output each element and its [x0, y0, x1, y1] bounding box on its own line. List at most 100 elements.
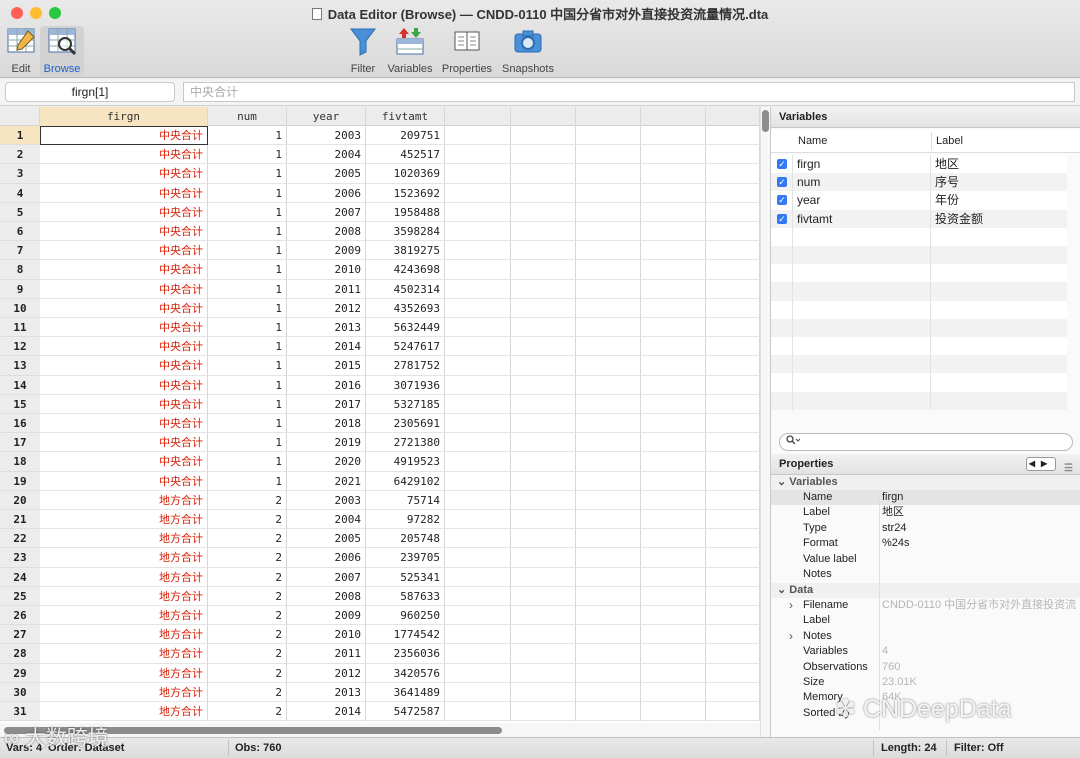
- cell-year[interactable]: 2010: [287, 625, 366, 645]
- property-row[interactable]: Name firgn: [771, 490, 1080, 506]
- cell-fivtamt[interactable]: 4502314: [366, 279, 445, 299]
- table-row[interactable]: 5 中央合计 1 2007 1958488: [0, 202, 760, 222]
- cell-num[interactable]: 2: [208, 702, 287, 722]
- row-number[interactable]: 28: [0, 644, 40, 664]
- table-row[interactable]: 23 地方合计 2 2006 239705: [0, 548, 760, 568]
- cell-num[interactable]: 1: [208, 356, 287, 376]
- row-number[interactable]: 12: [0, 337, 40, 357]
- variables-col-name[interactable]: Name: [798, 135, 827, 147]
- cell-fivtamt[interactable]: 525341: [366, 567, 445, 587]
- variable-row[interactable]: ✓ num 序号: [771, 173, 1067, 192]
- cell-num[interactable]: 1: [208, 433, 287, 453]
- cell-fivtamt[interactable]: 1774542: [366, 625, 445, 645]
- table-row[interactable]: 17 中央合计 1 2019 2721380: [0, 433, 760, 453]
- table-row[interactable]: 13 中央合计 1 2015 2781752: [0, 356, 760, 376]
- cell-fivtamt[interactable]: 97282: [366, 510, 445, 530]
- cell-year[interactable]: 2012: [287, 298, 366, 318]
- cell-firgn[interactable]: 中央合计: [40, 356, 208, 376]
- cell-num[interactable]: 2: [208, 548, 287, 568]
- cell-firgn[interactable]: 中央合计: [40, 452, 208, 472]
- cell-fivtamt[interactable]: 2721380: [366, 433, 445, 453]
- cell-num[interactable]: 1: [208, 414, 287, 434]
- cell-fivtamt[interactable]: 1523692: [366, 183, 445, 203]
- cell-num[interactable]: 2: [208, 625, 287, 645]
- cell-num[interactable]: 2: [208, 510, 287, 530]
- table-row[interactable]: 27 地方合计 2 2010 1774542: [0, 625, 760, 645]
- cell-num[interactable]: 1: [208, 241, 287, 261]
- cell-num[interactable]: 1: [208, 164, 287, 184]
- cell-firgn[interactable]: 地方合计: [40, 586, 208, 606]
- row-number[interactable]: 26: [0, 606, 40, 626]
- cell-fivtamt[interactable]: 3420576: [366, 663, 445, 683]
- snapshots-button[interactable]: Snapshots: [500, 26, 556, 75]
- cell-fivtamt[interactable]: 1958488: [366, 202, 445, 222]
- row-number[interactable]: 13: [0, 356, 40, 376]
- cell-fivtamt[interactable]: 3598284: [366, 222, 445, 242]
- table-row[interactable]: 3 中央合计 1 2005 1020369: [0, 164, 760, 184]
- property-row[interactable]: Type str24: [771, 521, 1080, 536]
- cell-year[interactable]: 2005: [287, 529, 366, 549]
- row-number[interactable]: 1: [0, 126, 40, 146]
- cell-num[interactable]: 2: [208, 644, 287, 664]
- cell-fivtamt[interactable]: 587633: [366, 586, 445, 606]
- table-row[interactable]: 16 中央合计 1 2018 2305691: [0, 414, 760, 434]
- cell-firgn[interactable]: 中央合计: [40, 164, 208, 184]
- cell-firgn[interactable]: 中央合计: [40, 337, 208, 357]
- cell-fivtamt[interactable]: 2781752: [366, 356, 445, 376]
- cell-firgn[interactable]: 中央合计: [40, 318, 208, 338]
- cell-num[interactable]: 1: [208, 394, 287, 414]
- table-row[interactable]: 7 中央合计 1 2009 3819275: [0, 241, 760, 261]
- cell-num[interactable]: 2: [208, 606, 287, 626]
- row-number[interactable]: 14: [0, 375, 40, 395]
- table-row[interactable]: 28 地方合计 2 2011 2356036: [0, 644, 760, 664]
- cell-firgn[interactable]: 中央合计: [40, 394, 208, 414]
- properties-button[interactable]: Properties: [439, 26, 495, 75]
- row-number[interactable]: 25: [0, 586, 40, 606]
- horizontal-scrollbar[interactable]: [0, 723, 760, 737]
- cell-firgn[interactable]: 中央合计: [40, 298, 208, 318]
- cell-fivtamt[interactable]: 75714: [366, 490, 445, 510]
- cell-firgn[interactable]: 中央合计: [40, 433, 208, 453]
- row-number[interactable]: 2: [0, 145, 40, 165]
- property-row[interactable]: › Filename CNDD-0110 中国分省市对外直接投资流: [771, 598, 1080, 613]
- table-row[interactable]: 18 中央合计 1 2020 4919523: [0, 452, 760, 472]
- cell-firgn[interactable]: 中央合计: [40, 471, 208, 491]
- cell-num[interactable]: 1: [208, 318, 287, 338]
- cell-year[interactable]: 2003: [287, 490, 366, 510]
- cell-firgn[interactable]: 中央合计: [40, 241, 208, 261]
- data-grid[interactable]: firgn num year fivtamt 1 中央合计 1 2003 209751 2…: [0, 107, 770, 737]
- cell-year[interactable]: 2017: [287, 394, 366, 414]
- cell-num[interactable]: 1: [208, 145, 287, 165]
- column-header-year[interactable]: year: [287, 107, 366, 126]
- table-row[interactable]: 12 中央合计 1 2014 5247617: [0, 337, 760, 357]
- cell-firgn[interactable]: 地方合计: [40, 682, 208, 702]
- cell-year[interactable]: 2005: [287, 164, 366, 184]
- properties-data-section[interactable]: ⌄ Data: [771, 583, 1080, 598]
- variable-row[interactable]: ✓ firgn 地区: [771, 155, 1067, 174]
- table-row[interactable]: 8 中央合计 1 2010 4243698: [0, 260, 760, 280]
- property-row[interactable]: Label 地区: [771, 505, 1080, 520]
- column-header-num[interactable]: num: [208, 107, 287, 126]
- cell-num[interactable]: 1: [208, 202, 287, 222]
- cell-year[interactable]: 2006: [287, 548, 366, 568]
- cell-fivtamt[interactable]: 452517: [366, 145, 445, 165]
- cell-num[interactable]: 1: [208, 471, 287, 491]
- cell-firgn[interactable]: 地方合计: [40, 548, 208, 568]
- cell-fivtamt[interactable]: 3819275: [366, 241, 445, 261]
- cell-firgn[interactable]: 中央合计: [40, 202, 208, 222]
- cell-firgn[interactable]: 地方合计: [40, 490, 208, 510]
- checkbox-checked-icon[interactable]: ✓: [777, 177, 787, 188]
- cell-num[interactable]: 2: [208, 663, 287, 683]
- cell-fivtamt[interactable]: 1020369: [366, 164, 445, 184]
- cell-year[interactable]: 2009: [287, 241, 366, 261]
- column-header-fivtamt[interactable]: fivtamt: [366, 107, 445, 126]
- table-row[interactable]: 26 地方合计 2 2009 960250: [0, 606, 760, 626]
- row-number[interactable]: 3: [0, 164, 40, 184]
- cell-fivtamt[interactable]: 4919523: [366, 452, 445, 472]
- cell-year[interactable]: 2021: [287, 471, 366, 491]
- cell-firgn[interactable]: 中央合计: [40, 145, 208, 165]
- row-number[interactable]: 9: [0, 279, 40, 299]
- cell-firgn[interactable]: 中央合计: [40, 260, 208, 280]
- cell-year[interactable]: 2016: [287, 375, 366, 395]
- cell-fivtamt[interactable]: 209751: [366, 126, 445, 146]
